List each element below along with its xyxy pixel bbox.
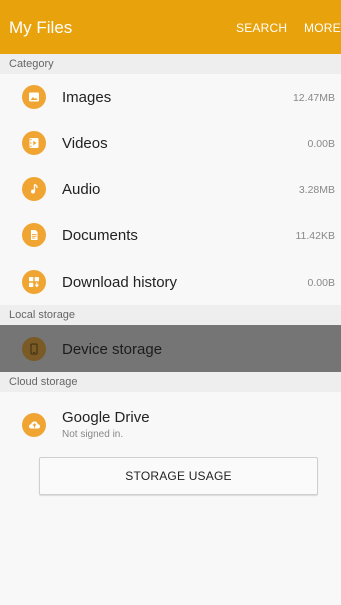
- app-bar: My Files SEARCH MORE: [0, 0, 341, 54]
- cloud-item-label: Google Drive: [62, 409, 150, 426]
- category-item-videos[interactable]: Videos 0.00B: [0, 120, 341, 166]
- video-icon: [22, 131, 46, 155]
- search-button[interactable]: SEARCH: [236, 0, 287, 54]
- category-item-size: 3.28MB: [298, 184, 335, 196]
- more-button[interactable]: MORE: [304, 0, 341, 54]
- cloud-upload-icon: [22, 413, 46, 437]
- category-item-label: Images: [62, 89, 112, 106]
- category-item-label: Download history: [62, 274, 178, 291]
- category-item-audio[interactable]: Audio 3.28MB: [0, 166, 341, 212]
- download-history-icon: [22, 270, 46, 294]
- category-item-size: 0.00B: [307, 277, 335, 289]
- category-item-label: Audio: [62, 181, 101, 198]
- category-item-download-history[interactable]: Download history 0.00B: [0, 258, 341, 305]
- category-item-label: Videos: [62, 135, 108, 152]
- section-header-cloud-storage: Cloud storage: [0, 372, 341, 392]
- section-header-local-storage: Local storage: [0, 305, 341, 325]
- section-header-category: Category: [0, 54, 341, 74]
- local-item-label: Device storage: [62, 341, 163, 358]
- category-item-label: Documents: [62, 227, 138, 244]
- cloud-item-google-drive[interactable]: Google Drive Not signed in.: [0, 392, 341, 447]
- local-item-device-storage[interactable]: Device storage: [0, 325, 341, 372]
- page-title: My Files: [9, 18, 73, 37]
- category-item-documents[interactable]: Documents 11.42KB: [0, 212, 341, 258]
- category-item-images[interactable]: Images 12.47MB: [0, 74, 341, 120]
- device-storage-icon: [22, 337, 46, 361]
- document-icon: [22, 223, 46, 247]
- storage-usage-button[interactable]: STORAGE USAGE: [39, 457, 318, 495]
- music-note-icon: [22, 177, 46, 201]
- image-icon: [22, 85, 46, 109]
- cloud-item-status: Not signed in.: [62, 429, 124, 440]
- category-item-size: 11.42KB: [295, 230, 335, 242]
- category-item-size: 0.00B: [307, 138, 335, 150]
- category-item-size: 12.47MB: [292, 92, 335, 104]
